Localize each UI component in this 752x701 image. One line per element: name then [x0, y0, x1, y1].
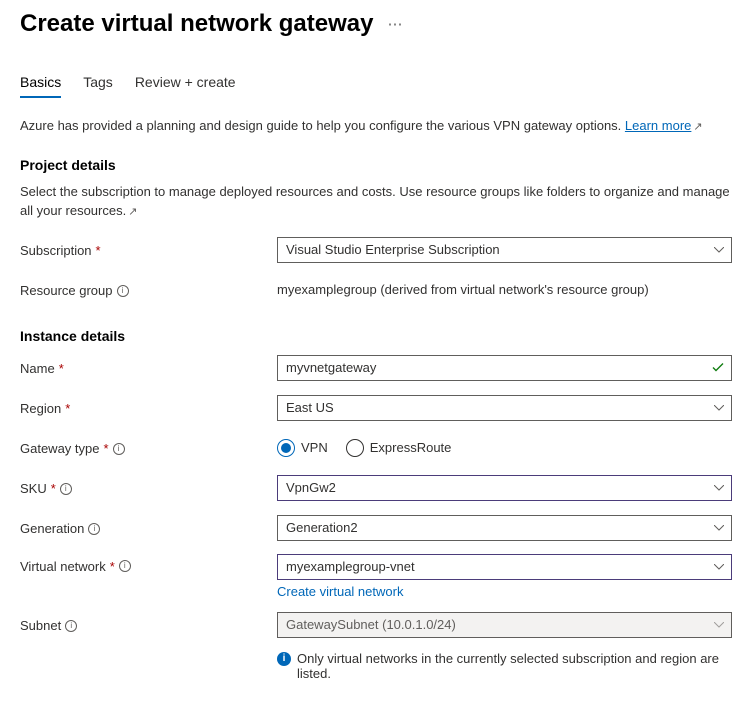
chevron-down-icon — [714, 622, 724, 628]
expressroute-radio-label: ExpressRoute — [370, 440, 452, 455]
sku-value: VpnGw2 — [286, 480, 336, 495]
check-icon — [712, 360, 724, 375]
info-icon[interactable]: i — [65, 620, 77, 632]
tabs: Basics Tags Review + create — [20, 68, 732, 99]
info-icon[interactable]: i — [60, 483, 72, 495]
tab-basics[interactable]: Basics — [20, 68, 61, 98]
virtual-network-label: Virtual network* i — [20, 554, 277, 574]
name-label: Name* — [20, 359, 277, 376]
instance-details-heading: Instance details — [20, 328, 732, 344]
info-icon[interactable]: i — [119, 560, 131, 572]
gateway-type-expressroute-radio[interactable]: ExpressRoute — [346, 439, 452, 457]
info-icon[interactable]: i — [117, 285, 129, 297]
intro-label: Azure has provided a planning and design… — [20, 118, 625, 133]
virtual-network-value: myexamplegroup-vnet — [286, 559, 415, 574]
page-title: Create virtual network gateway — [20, 10, 373, 38]
vnet-filter-text: Only virtual networks in the currently s… — [297, 651, 732, 681]
vnet-filter-note: i Only virtual networks in the currently… — [277, 651, 732, 681]
subnet-label: Subnet i — [20, 616, 277, 633]
generation-label: Generation i — [20, 519, 277, 536]
chevron-down-icon — [714, 564, 724, 570]
chevron-down-icon — [714, 405, 724, 411]
more-icon[interactable]: ⋯ — [387, 15, 403, 33]
subnet-select: GatewaySubnet (10.0.1.0/24) — [277, 612, 732, 638]
resource-group-label: Resource group i — [20, 281, 277, 298]
radio-selected-icon — [277, 439, 295, 457]
project-details-desc: Select the subscription to manage deploy… — [20, 183, 732, 220]
name-input[interactable]: myvnetgateway — [277, 355, 732, 381]
external-link-icon: ↗ — [693, 121, 702, 133]
radio-unselected-icon — [346, 439, 364, 457]
external-link-icon: ↗ — [128, 206, 137, 218]
name-value: myvnetgateway — [286, 360, 376, 375]
create-virtual-network-link[interactable]: Create virtual network — [277, 584, 732, 599]
learn-more-link[interactable]: Learn more — [625, 118, 691, 133]
gateway-type-radio-group: VPN ExpressRoute — [277, 439, 732, 457]
generation-value: Generation2 — [286, 520, 358, 535]
info-filled-icon: i — [277, 652, 291, 666]
sku-label: SKU* i — [20, 479, 277, 496]
info-icon[interactable]: i — [113, 443, 125, 455]
sku-select[interactable]: VpnGw2 — [277, 475, 732, 501]
virtual-network-select[interactable]: myexamplegroup-vnet — [277, 554, 732, 580]
chevron-down-icon — [714, 247, 724, 253]
intro-text: Azure has provided a planning and design… — [20, 117, 732, 135]
info-icon[interactable]: i — [88, 523, 100, 535]
region-label: Region* — [20, 399, 277, 416]
tab-tags[interactable]: Tags — [83, 68, 113, 98]
region-value: East US — [286, 400, 334, 415]
gateway-type-label: Gateway type* i — [20, 439, 277, 456]
tab-review[interactable]: Review + create — [135, 68, 236, 98]
chevron-down-icon — [714, 525, 724, 531]
gateway-type-vpn-radio[interactable]: VPN — [277, 439, 328, 457]
subscription-select[interactable]: Visual Studio Enterprise Subscription — [277, 237, 732, 263]
subscription-label: Subscription* — [20, 241, 277, 258]
subnet-value: GatewaySubnet (10.0.1.0/24) — [286, 617, 456, 632]
vpn-radio-label: VPN — [301, 440, 328, 455]
generation-select[interactable]: Generation2 — [277, 515, 732, 541]
project-details-heading: Project details — [20, 157, 732, 173]
region-select[interactable]: East US — [277, 395, 732, 421]
subscription-value: Visual Studio Enterprise Subscription — [286, 242, 500, 257]
chevron-down-icon — [714, 485, 724, 491]
resource-group-value: myexamplegroup (derived from virtual net… — [277, 282, 649, 297]
